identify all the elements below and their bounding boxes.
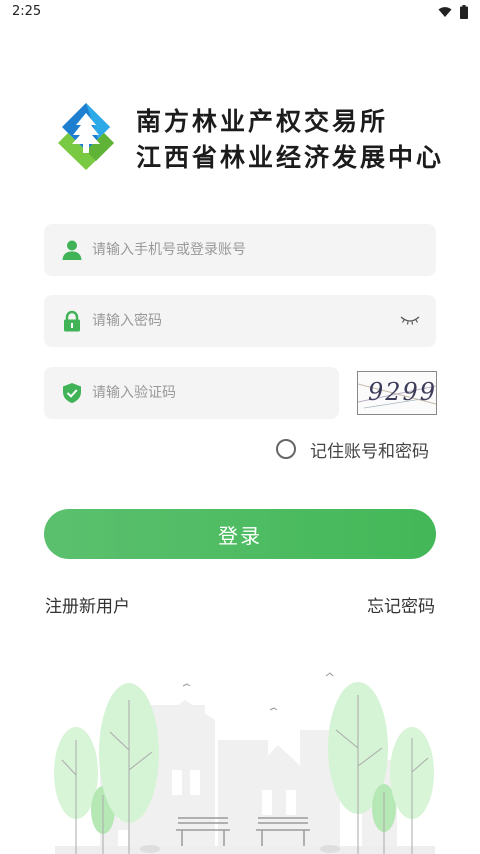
captcha-input[interactable] <box>92 367 322 419</box>
battery-icon <box>460 5 468 19</box>
logo-title-line1: 南方林业产权交易所 <box>136 107 389 136</box>
status-bar: 2:25 <box>0 0 480 24</box>
captcha-image[interactable]: 9299 <box>357 371 437 415</box>
status-icons <box>438 5 468 19</box>
account-input[interactable] <box>92 224 392 276</box>
eye-closed-icon[interactable] <box>400 313 420 327</box>
remember-radio[interactable] <box>276 439 296 459</box>
shield-check-icon <box>63 383 81 403</box>
logo-title-line2: 江西省林业经济发展中心 <box>136 143 445 172</box>
login-button[interactable]: 登录 <box>44 509 436 559</box>
status-time: 2:25 <box>12 4 42 19</box>
password-input[interactable] <box>92 295 392 347</box>
register-link[interactable]: 注册新用户 <box>45 592 130 617</box>
lock-icon <box>64 310 80 332</box>
brand-logo: 南方林业产权交易所 江西省林业经济发展中心 <box>50 96 450 176</box>
remember-toggle[interactable]: 记住账号和密码 <box>276 437 429 462</box>
account-field[interactable] <box>44 224 436 276</box>
decorative-city-illustration <box>54 672 435 854</box>
user-icon <box>62 240 82 260</box>
wifi-icon <box>438 7 452 17</box>
forgot-password-link[interactable]: 忘记密码 <box>367 592 435 617</box>
password-field[interactable] <box>44 295 436 347</box>
captcha-text: 9299 <box>368 378 437 406</box>
remember-label: 记住账号和密码 <box>310 441 429 462</box>
logo-mark-icon <box>58 103 114 170</box>
captcha-field[interactable] <box>44 367 339 419</box>
